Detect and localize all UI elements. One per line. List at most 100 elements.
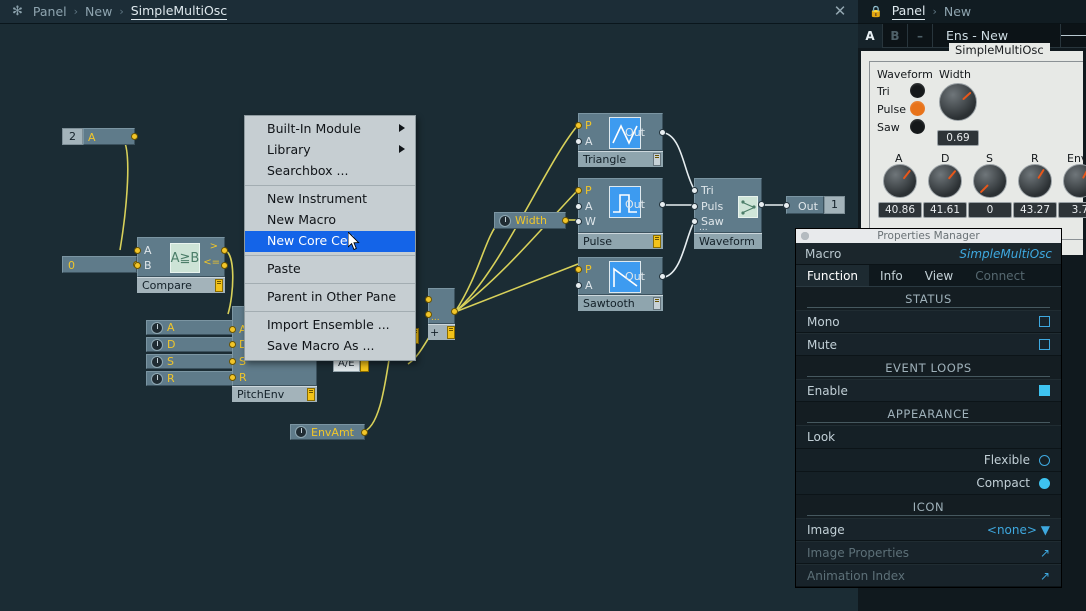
breadcrumb-panel[interactable]: Panel [892,3,926,20]
module-handle[interactable] [653,235,661,248]
module-handle[interactable] [215,279,223,292]
checkbox-enable[interactable] [1039,385,1050,396]
env-knob-s[interactable] [973,164,1007,198]
ensemble-name[interactable]: Ens - New [933,28,1060,43]
tab-info[interactable]: Info [869,265,914,286]
property-row-mute[interactable]: Mute [796,333,1061,356]
module-handle[interactable] [447,326,455,339]
knob-s[interactable] [151,356,163,368]
waveform-radio-saw[interactable] [910,119,925,134]
chevron-down-icon[interactable]: ▼ [1041,523,1050,537]
input-pin-1[interactable] [425,296,432,303]
knob-a[interactable] [151,322,163,334]
image-value[interactable]: <none> [987,523,1037,537]
view-b-button[interactable]: B [883,24,908,48]
menu-item-parent-in-other-pane[interactable]: Parent in Other Pane [245,287,415,308]
module-out[interactable]: Out 1 [786,196,845,214]
input-pin-p[interactable] [575,187,582,194]
module-triangle[interactable]: P A Out Triangle [578,113,663,167]
view-minus-button[interactable]: – [908,24,933,48]
waveform-radio-tri[interactable] [910,83,925,98]
input-pin-a[interactable] [575,138,582,145]
output-pin[interactable] [659,273,666,280]
constant-module-2[interactable]: 2 A [62,128,135,145]
close-icon[interactable]: ✕ [832,4,848,20]
knob-envamt[interactable] [295,426,307,438]
property-row-mono[interactable]: Mono [796,310,1061,333]
module-handle[interactable] [653,297,661,310]
input-pin[interactable] [783,202,790,209]
module-handle[interactable] [653,153,661,166]
radio-compact[interactable] [1039,478,1050,489]
context-menu[interactable]: Built-In Module Library Searchbox ... Ne… [244,115,416,361]
menu-item-built-in-module[interactable]: Built-In Module [245,119,415,140]
menu-item-new-core-cell[interactable]: New Core Cell [245,231,415,252]
property-row-image[interactable]: Image <none> ▼ [796,518,1061,541]
menu-item-new-macro[interactable]: New Macro [245,210,415,231]
module-plus[interactable]: ... + [428,288,455,340]
output-pin[interactable] [562,217,569,224]
breadcrumb-new[interactable]: New [85,4,112,19]
property-row-compact[interactable]: Compact [796,472,1061,495]
checkbox-mute[interactable] [1039,339,1050,350]
input-pin-a[interactable] [134,247,141,254]
module-pulse[interactable]: P A W Out Pulse [578,178,663,249]
properties-manager[interactable]: Properties Manager Macro SimpleMultiOsc … [795,228,1062,588]
input-pin-a[interactable] [575,282,582,289]
property-row-flexible[interactable]: Flexible [796,449,1061,472]
env-value-s[interactable]: 0 [968,202,1012,218]
breadcrumb-panel[interactable]: Panel [33,4,67,19]
env-value-enva[interactable]: 3.7 [1058,202,1086,218]
input-pin-tri[interactable] [691,187,698,194]
constant-module-0[interactable]: 0 [62,256,137,273]
output-pin[interactable] [451,308,458,315]
external-link-icon[interactable]: ↗ [1040,569,1050,583]
tab-function[interactable]: Function [796,265,869,286]
input-pin-saw[interactable] [691,218,698,225]
module-handle[interactable] [307,388,315,401]
env-knob-a[interactable] [883,164,917,198]
env-value-a[interactable]: 40.86 [878,202,922,218]
property-row-enable[interactable]: Enable [796,379,1061,402]
input-pin-p[interactable] [575,266,582,273]
width-knob[interactable] [939,83,977,121]
constant-value[interactable]: 2 [62,128,83,145]
module-envamt[interactable]: EnvAmt [290,424,365,440]
lock-icon[interactable]: 🔒 [869,5,883,18]
module-compare[interactable]: A B A≧B > <= Compare [137,237,225,293]
tab-view[interactable]: View [914,265,964,286]
breadcrumb-new[interactable]: New [944,4,971,19]
menu-item-import-ensemble[interactable]: Import Ensemble ... [245,315,415,336]
width-value[interactable]: 0.69 [937,130,979,146]
input-pin-b[interactable] [134,262,141,269]
env-value-d[interactable]: 41.61 [923,202,967,218]
radio-flexible[interactable] [1039,455,1050,466]
breadcrumb-simplemultiosc[interactable]: SimpleMultiOsc [131,3,227,20]
input-pin-r[interactable] [229,374,236,381]
menu-item-library[interactable]: Library [245,140,415,161]
output-pin-greater[interactable] [221,247,228,254]
output-pin[interactable] [131,133,138,140]
input-pin-a[interactable] [229,326,236,333]
output-pin-lessequal[interactable] [221,262,228,269]
output-pin[interactable] [659,129,666,136]
menu-item-new-instrument[interactable]: New Instrument [245,189,415,210]
view-a-button[interactable]: A [858,24,883,48]
menu-item-save-macro-as[interactable]: Save Macro As ... [245,336,415,357]
property-row-animation-index[interactable]: Animation Index ↗ [796,564,1061,587]
module-waveform[interactable]: Tri Puls Saw ... Waveform [694,178,762,249]
module-width-control[interactable]: Width [494,212,566,229]
output-pin[interactable] [361,429,368,436]
output-pin[interactable] [659,201,666,208]
input-pin-w[interactable] [575,218,582,225]
menu-item-paste[interactable]: Paste [245,259,415,280]
input-pin-s[interactable] [229,358,236,365]
structure-canvas[interactable]: 2 A 0 A B A≧B > <= Compare [0,24,858,611]
checkbox-mono[interactable] [1039,316,1050,327]
input-pin-d[interactable] [229,341,236,348]
property-row-image-properties[interactable]: Image Properties ↗ [796,541,1061,564]
module-pitchenv-knobs[interactable]: A D S R [146,320,239,386]
input-pin-puls[interactable] [691,203,698,210]
waveform-radio-pulse[interactable] [910,101,925,116]
module-sawtooth[interactable]: P A Out Sawtooth [578,257,663,311]
